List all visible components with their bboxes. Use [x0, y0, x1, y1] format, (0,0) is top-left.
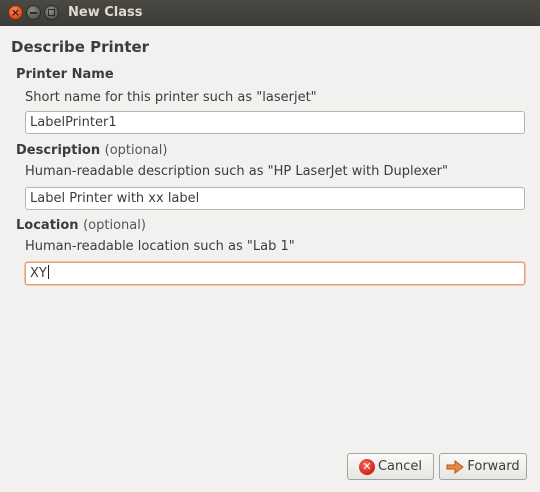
location-hint: Human-readable location such as "Lab 1" — [25, 239, 295, 254]
minimize-window-button[interactable] — [26, 5, 41, 20]
description-label: Description (optional) — [16, 143, 167, 158]
forward-button-label: Forward — [467, 459, 520, 474]
forward-button[interactable]: Forward — [439, 453, 527, 480]
printer-name-label: Printer Name — [16, 67, 114, 82]
close-icon: × — [10, 6, 21, 19]
forward-arrow-icon — [446, 459, 465, 475]
description-optional-text: (optional) — [104, 143, 168, 158]
new-class-dialog: × New Class Describe Printer Printer Nam… — [0, 0, 540, 492]
printer-name-input[interactable] — [25, 111, 525, 134]
location-label: Location (optional) — [16, 218, 146, 233]
cancel-icon: ✕ — [358, 458, 375, 475]
description-input[interactable] — [25, 187, 525, 210]
location-label-text: Location — [16, 218, 79, 233]
printer-name-hint: Short name for this printer such as "las… — [25, 90, 317, 105]
text-cursor — [47, 265, 49, 279]
location-input-value: XY — [30, 266, 47, 281]
printer-name-label-text: Printer Name — [16, 67, 114, 82]
maximize-icon — [48, 9, 55, 16]
location-optional-text: (optional) — [83, 218, 146, 233]
titlebar[interactable]: × New Class — [0, 0, 540, 26]
location-input[interactable]: XY — [25, 262, 525, 285]
description-label-text: Description — [16, 143, 101, 158]
close-window-button[interactable]: × — [8, 5, 23, 20]
minimize-icon — [30, 11, 37, 14]
window-title: New Class — [68, 5, 143, 20]
description-hint: Human-readable description such as "HP L… — [25, 164, 448, 179]
page-title: Describe Printer — [11, 38, 150, 56]
cancel-button[interactable]: ✕ Cancel — [347, 453, 434, 480]
cancel-button-label: Cancel — [377, 459, 423, 474]
maximize-window-button[interactable] — [44, 5, 59, 20]
